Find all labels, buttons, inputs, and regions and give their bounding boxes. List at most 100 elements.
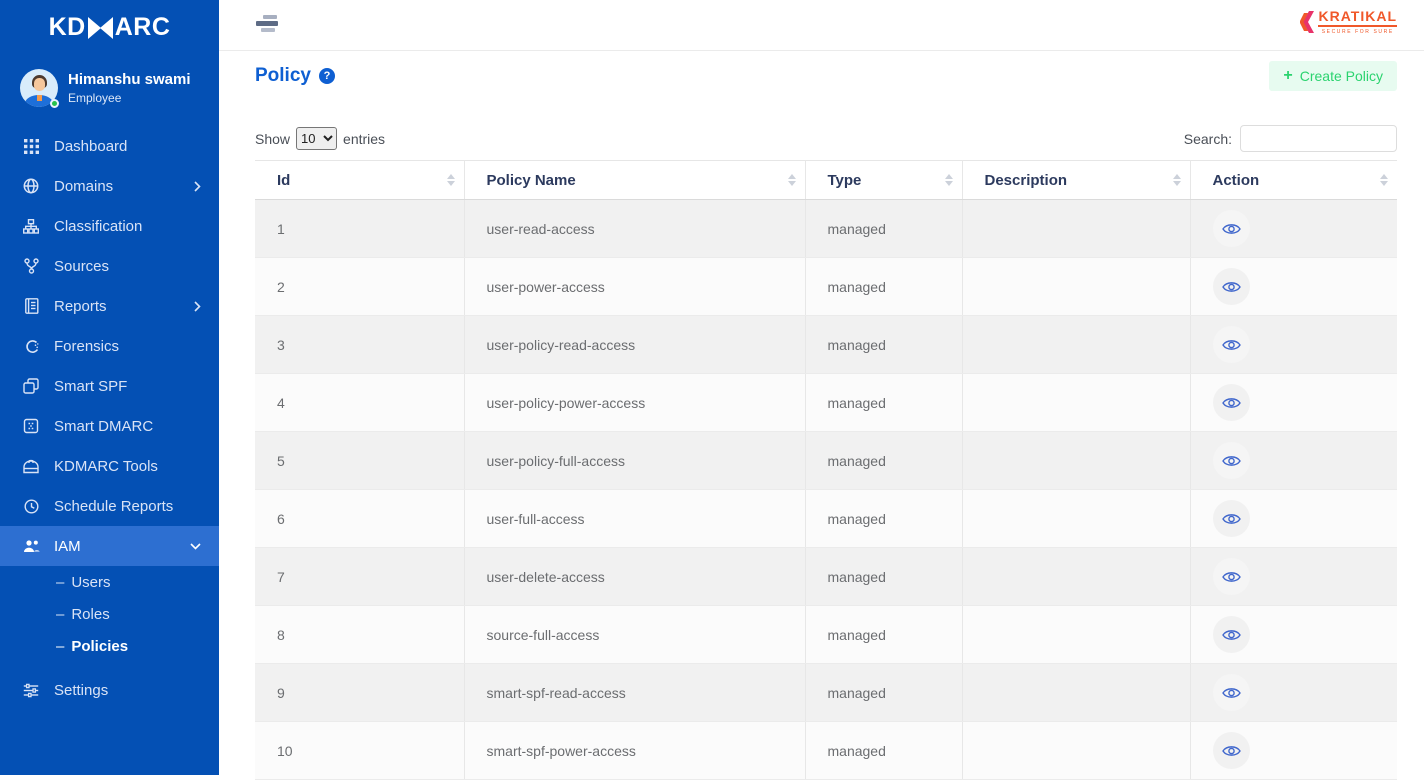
cell-policy-name: user-delete-access [464,548,805,606]
cell-action [1190,258,1397,316]
column-header-policy-name[interactable]: Policy Name [464,161,805,200]
cell-type: managed [805,722,962,780]
policy-table-body: 1user-read-accessmanaged2user-power-acce… [255,200,1397,780]
cell-type: managed [805,316,962,374]
sidebar-item-label: Sources [54,258,109,275]
main-content: Policy ? + Create Policy Show 10 entries… [219,52,1424,775]
sidebar-item-reports[interactable]: Reports [0,286,219,326]
sidebar-item-label: Smart DMARC [54,418,153,435]
sidebar-item-kdmarc-tools[interactable]: KDMARC Tools [0,446,219,486]
eye-icon [1222,454,1241,468]
sidebar-subitem-label: Roles [71,606,109,623]
help-icon[interactable]: ? [319,68,335,84]
view-policy-button[interactable] [1213,558,1250,595]
cell-id: 7 [255,548,464,606]
cell-type: managed [805,664,962,722]
sidebar-item-iam[interactable]: IAM [0,526,219,566]
sidebar-item-smart-spf[interactable]: Smart SPF [0,366,219,406]
cell-type: managed [805,548,962,606]
sidebar-item-policies[interactable]: – Policies [0,630,219,662]
table-row: 7user-delete-accessmanaged [255,548,1397,606]
view-policy-button[interactable] [1213,732,1250,769]
sidebar-item-schedule-reports[interactable]: Schedule Reports [0,486,219,526]
cell-type: managed [805,258,962,316]
copy-scan-icon [22,418,40,434]
kratikal-mark-icon [1300,10,1314,34]
sidebar-toggle-icon[interactable] [256,15,280,32]
table-row: 10smart-spf-power-accessmanaged [255,722,1397,780]
sidebar-item-forensics[interactable]: Forensics [0,326,219,366]
eye-icon [1222,338,1241,352]
column-header-type[interactable]: Type [805,161,962,200]
sidebar-item-classification[interactable]: Classification [0,206,219,246]
view-policy-button[interactable] [1213,500,1250,537]
chevron-right-icon [194,181,201,192]
cell-action [1190,374,1397,432]
sidebar-subitem-label: Policies [71,638,128,655]
sidebar-item-label: KDMARC Tools [54,458,158,475]
sitemap-icon [22,219,40,234]
kdmarc-logo[interactable]: KD ARC [0,0,219,42]
view-policy-button[interactable] [1213,674,1250,711]
table-row: 4user-policy-power-accessmanaged [255,374,1397,432]
column-header-action[interactable]: Action [1190,161,1397,200]
sidebar-item-label: Forensics [54,338,119,355]
cell-type: managed [805,374,962,432]
sidebar-item-label: IAM [54,538,81,555]
cell-description [962,606,1190,664]
cell-policy-name: smart-spf-power-access [464,722,805,780]
sort-icon [1380,174,1388,186]
table-row: 9smart-spf-read-accessmanaged [255,664,1397,722]
cell-policy-name: user-full-access [464,490,805,548]
sidebar-item-smart-dmarc[interactable]: Smart DMARC [0,406,219,446]
sidebar-item-users[interactable]: – Users [0,566,219,598]
brand-name: KRATIKAL [1318,9,1397,27]
cell-description [962,722,1190,780]
sidebar-item-label: Settings [54,682,108,699]
copy-icon [22,378,40,394]
view-policy-button[interactable] [1213,442,1250,479]
policy-table: Id Policy Name Type Description [255,160,1397,780]
column-header-id[interactable]: Id [255,161,464,200]
logo-m-icon [87,17,114,39]
column-header-description[interactable]: Description [962,161,1190,200]
cell-policy-name: smart-spf-read-access [464,664,805,722]
kratikal-brand[interactable]: KRATIKAL SECURE FOR SURE [1300,9,1397,35]
eye-icon [1222,686,1241,700]
cell-id: 10 [255,722,464,780]
report-icon [22,298,40,314]
view-policy-button[interactable] [1213,268,1250,305]
cell-type: managed [805,432,962,490]
cell-action [1190,722,1397,780]
view-policy-button[interactable] [1213,210,1250,247]
sidebar-subitem-label: Users [71,574,110,591]
cell-policy-name: source-full-access [464,606,805,664]
cell-type: managed [805,200,962,258]
page-size-select[interactable]: 10 [296,127,337,150]
table-header-row: Id Policy Name Type Description [255,161,1397,200]
view-policy-button[interactable] [1213,616,1250,653]
sidebar-item-dashboard[interactable]: Dashboard [0,126,219,166]
cell-policy-name: user-policy-full-access [464,432,805,490]
sidebar-item-roles[interactable]: – Roles [0,598,219,630]
sidebar-item-domains[interactable]: Domains [0,166,219,206]
cell-id: 2 [255,258,464,316]
create-policy-button[interactable]: + Create Policy [1269,61,1397,91]
table-row: 2user-power-accessmanaged [255,258,1397,316]
sidebar-item-settings[interactable]: Settings [0,670,219,710]
toolbox-icon [22,459,40,474]
cell-description [962,374,1190,432]
eye-icon [1222,280,1241,294]
cell-id: 5 [255,432,464,490]
eye-icon [1222,222,1241,236]
table-row: 8source-full-accessmanaged [255,606,1397,664]
eye-icon [1222,628,1241,642]
table-row: 5user-policy-full-accessmanaged [255,432,1397,490]
cell-policy-name: user-power-access [464,258,805,316]
cell-action [1190,548,1397,606]
view-policy-button[interactable] [1213,384,1250,421]
user-profile[interactable]: Himanshu swami Employee [20,69,191,107]
view-policy-button[interactable] [1213,326,1250,363]
sidebar-item-sources[interactable]: Sources [0,246,219,286]
search-input[interactable] [1240,125,1397,152]
